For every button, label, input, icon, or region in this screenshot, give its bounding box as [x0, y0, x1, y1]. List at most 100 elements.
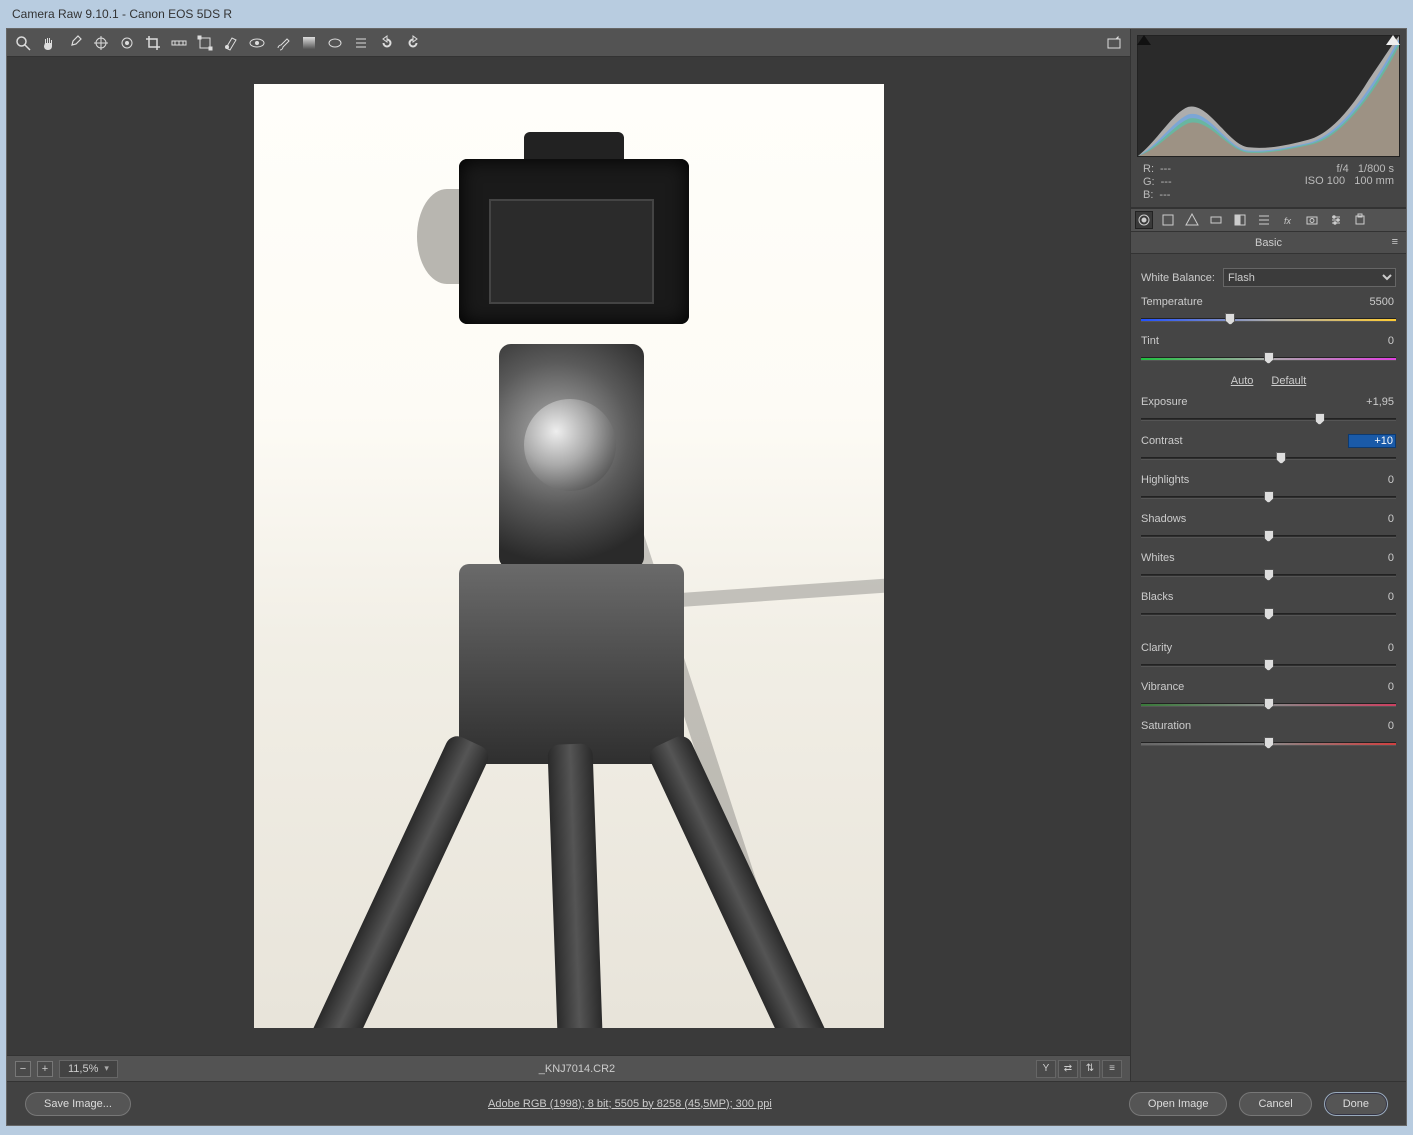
exif-readout: R:--- G:--- B:--- f/4 1/800 s ISO 100 10…: [1131, 157, 1406, 208]
tab-basic[interactable]: [1135, 211, 1153, 229]
auto-link[interactable]: Auto: [1231, 375, 1254, 387]
transform-icon[interactable]: [197, 35, 213, 51]
rotate-cw-icon[interactable]: [405, 35, 421, 51]
zoom-out-button[interactable]: −: [15, 1061, 31, 1077]
tab-tone-curve[interactable]: [1159, 211, 1177, 229]
white-balance-select[interactable]: Flash: [1223, 268, 1396, 287]
shadows-label: Shadows: [1141, 513, 1186, 525]
list-icon[interactable]: [353, 35, 369, 51]
readout-iso: ISO 100: [1305, 175, 1345, 187]
vibrance-value[interactable]: 0: [1348, 681, 1396, 693]
readout-shutter: 1/800 s: [1358, 163, 1394, 175]
window-title: Camera Raw 9.10.1 - Canon EOS 5DS R: [12, 7, 232, 21]
contrast-value[interactable]: +10: [1348, 434, 1396, 448]
whites-label: Whites: [1141, 552, 1175, 564]
tint-row: Tint 0: [1141, 332, 1396, 365]
highlights-label: Highlights: [1141, 474, 1189, 486]
workflow-options-link[interactable]: Adobe RGB (1998); 8 bit; 5505 by 8258 (4…: [488, 1098, 772, 1110]
swap-button[interactable]: ⇄: [1058, 1060, 1078, 1078]
snapshot-icon[interactable]: [1106, 35, 1122, 51]
temperature-value[interactable]: 5500: [1348, 296, 1396, 308]
radial-filter-icon[interactable]: [327, 35, 343, 51]
readout-focal: 100 mm: [1354, 175, 1394, 187]
straighten-icon[interactable]: [171, 35, 187, 51]
panel-menu-icon[interactable]: ≡: [1392, 236, 1398, 248]
zoom-select[interactable]: 11,5% ▾: [59, 1060, 118, 1078]
zoom-in-button[interactable]: +: [37, 1061, 53, 1077]
copy-settings-button[interactable]: ⇅: [1080, 1060, 1100, 1078]
eyedropper-icon[interactable]: [67, 35, 83, 51]
panel-title-bar: Basic ≡: [1131, 232, 1406, 254]
open-image-button[interactable]: Open Image: [1129, 1092, 1228, 1116]
tint-slider[interactable]: [1141, 351, 1396, 365]
highlights-slider[interactable]: [1141, 490, 1396, 504]
tab-presets[interactable]: [1327, 211, 1345, 229]
window-titlebar: Camera Raw 9.10.1 - Canon EOS 5DS R: [0, 0, 1413, 28]
panel-title: Basic: [1255, 237, 1282, 249]
whites-row: Whites 0: [1141, 549, 1396, 582]
shadows-value[interactable]: 0: [1348, 513, 1396, 525]
spot-removal-icon[interactable]: [223, 35, 239, 51]
temperature-slider[interactable]: [1141, 312, 1396, 326]
clarity-value[interactable]: 0: [1348, 642, 1396, 654]
zoom-icon[interactable]: [15, 35, 31, 51]
done-button[interactable]: Done: [1324, 1092, 1388, 1116]
basic-panel: White Balance: Flash Temperature 5500 Tin…: [1131, 254, 1406, 1081]
save-image-button[interactable]: Save Image...: [25, 1092, 131, 1116]
adjustment-brush-icon[interactable]: [275, 35, 291, 51]
filename-label: _KNJ7014.CR2: [124, 1063, 1030, 1075]
blacks-row: Blacks0: [1141, 588, 1396, 621]
vibrance-slider[interactable]: [1141, 697, 1396, 711]
tab-split-toning[interactable]: [1231, 211, 1249, 229]
before-after-y-button[interactable]: Y: [1036, 1060, 1056, 1078]
tab-lens-corrections[interactable]: [1255, 211, 1273, 229]
rotate-ccw-icon[interactable]: [379, 35, 395, 51]
exposure-label: Exposure: [1141, 396, 1187, 408]
default-link[interactable]: Default: [1271, 375, 1306, 387]
blacks-slider[interactable]: [1141, 607, 1396, 621]
contrast-slider[interactable]: [1141, 451, 1396, 465]
exposure-value[interactable]: +1,95: [1348, 396, 1396, 408]
temperature-label: Temperature: [1141, 296, 1203, 308]
target-adjust-icon[interactable]: [119, 35, 135, 51]
saturation-slider[interactable]: [1141, 736, 1396, 750]
saturation-value[interactable]: 0: [1348, 720, 1396, 732]
saturation-label: Saturation: [1141, 720, 1191, 732]
highlight-clip-icon[interactable]: [1386, 35, 1400, 45]
red-eye-icon[interactable]: [249, 35, 265, 51]
vibrance-label: Vibrance: [1141, 681, 1184, 693]
tab-snapshots[interactable]: [1351, 211, 1369, 229]
blacks-value[interactable]: 0: [1348, 591, 1396, 603]
image-preview[interactable]: [7, 57, 1130, 1055]
graduated-filter-icon[interactable]: [301, 35, 317, 51]
tint-label: Tint: [1141, 335, 1159, 347]
exposure-slider[interactable]: [1141, 412, 1396, 426]
contrast-row: Contrast +10: [1141, 432, 1396, 465]
tint-value[interactable]: 0: [1348, 335, 1396, 347]
white-balance-label: White Balance:: [1141, 272, 1215, 284]
shadows-slider[interactable]: [1141, 529, 1396, 543]
saturation-row: Saturation 0: [1141, 717, 1396, 750]
view-settings-button[interactable]: ≡: [1102, 1060, 1122, 1078]
tab-detail[interactable]: [1183, 211, 1201, 229]
highlights-row: Highlights 0: [1141, 471, 1396, 504]
exposure-row: Exposure +1,95: [1141, 393, 1396, 426]
highlights-value[interactable]: 0: [1348, 474, 1396, 486]
clarity-slider[interactable]: [1141, 658, 1396, 672]
tab-hsl[interactable]: [1207, 211, 1225, 229]
hand-icon[interactable]: [41, 35, 57, 51]
whites-slider[interactable]: [1141, 568, 1396, 582]
tab-camera-calibration[interactable]: [1303, 211, 1321, 229]
tab-effects[interactable]: fx: [1279, 211, 1297, 229]
color-sampler-icon[interactable]: [93, 35, 109, 51]
crop-icon[interactable]: [145, 35, 161, 51]
whites-value[interactable]: 0: [1348, 552, 1396, 564]
cancel-button[interactable]: Cancel: [1239, 1092, 1311, 1116]
contrast-label: Contrast: [1141, 435, 1183, 447]
shadow-clip-icon[interactable]: [1137, 35, 1151, 45]
chevron-down-icon: ▾: [104, 1063, 109, 1074]
preview-footer: − + 11,5% ▾ _KNJ7014.CR2 Y ⇄ ⇅ ≡: [7, 1055, 1130, 1081]
histogram[interactable]: [1137, 35, 1400, 157]
readout-r: ---: [1160, 163, 1171, 175]
temperature-row: Temperature 5500: [1141, 293, 1396, 326]
